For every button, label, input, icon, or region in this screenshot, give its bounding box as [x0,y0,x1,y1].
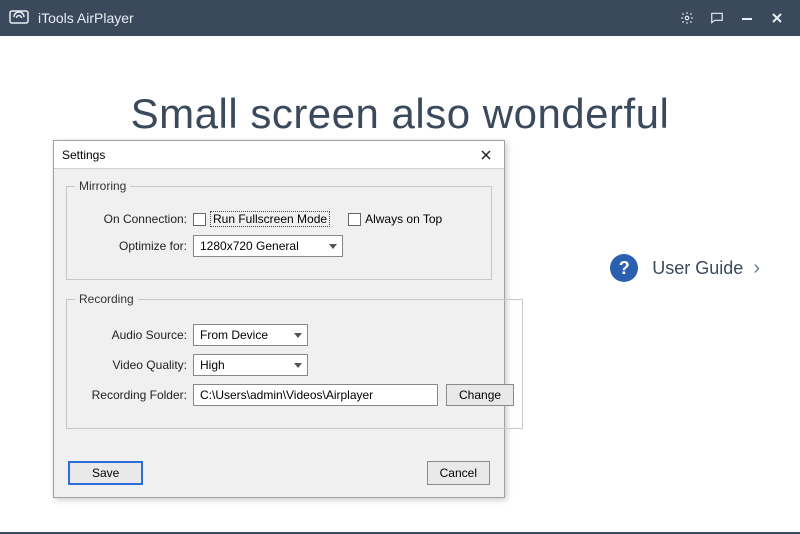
run-fullscreen-label: Run Fullscreen Mode [210,211,330,227]
optimize-for-label: Optimize for: [75,239,193,253]
user-guide-label: User Guide [652,258,743,279]
main-area: Small screen also wonderful ? User Guide… [0,36,800,534]
optimize-for-select[interactable]: 1280x720 General [193,235,343,257]
recording-folder-label: Recording Folder: [75,388,193,402]
run-fullscreen-checkbox[interactable]: Run Fullscreen Mode [193,211,330,227]
dialog-close-button[interactable] [476,145,496,165]
always-on-top-checkbox[interactable]: Always on Top [348,212,442,226]
dialog-body: Mirroring On Connection: Run Fullscreen … [54,169,504,451]
dialog-title: Settings [62,148,105,162]
video-quality-value: High [200,358,225,372]
audio-source-value: From Device [200,328,268,342]
title-bar: iTools AirPlayer [0,0,800,36]
recording-folder-field[interactable]: C:\Users\admin\Videos\Airplayer [193,384,438,406]
user-guide-link[interactable]: ? User Guide › [610,254,760,282]
checkbox-box-icon [193,213,206,226]
checkbox-box-icon [348,213,361,226]
cancel-button[interactable]: Cancel [427,461,490,485]
settings-gear-icon[interactable] [672,0,702,36]
mirroring-group: Mirroring On Connection: Run Fullscreen … [66,179,492,280]
audio-source-select[interactable]: From Device [193,324,308,346]
minimize-button[interactable] [732,0,762,36]
chevron-right-icon: › [753,257,760,280]
settings-dialog: Settings Mirroring On Connection: Run Fu… [53,140,505,498]
always-on-top-label: Always on Top [365,212,442,226]
help-icon: ? [610,254,638,282]
app-title: iTools AirPlayer [38,10,134,26]
audio-source-label: Audio Source: [75,328,193,342]
close-button[interactable] [762,0,792,36]
hero-heading: Small screen also wonderful [0,90,800,138]
mirroring-legend: Mirroring [75,179,130,193]
recording-legend: Recording [75,292,138,306]
on-connection-label: On Connection: [75,212,193,226]
video-quality-label: Video Quality: [75,358,193,372]
save-button[interactable]: Save [68,461,143,485]
dialog-footer: Save Cancel [68,461,490,485]
dialog-header: Settings [54,141,504,169]
app-logo-icon [8,7,30,29]
recording-folder-value: C:\Users\admin\Videos\Airplayer [200,388,373,402]
optimize-for-value: 1280x720 General [200,239,299,253]
recording-group: Recording Audio Source: From Device Vide… [66,292,523,429]
change-folder-button[interactable]: Change [446,384,514,406]
feedback-icon[interactable] [702,0,732,36]
video-quality-select[interactable]: High [193,354,308,376]
